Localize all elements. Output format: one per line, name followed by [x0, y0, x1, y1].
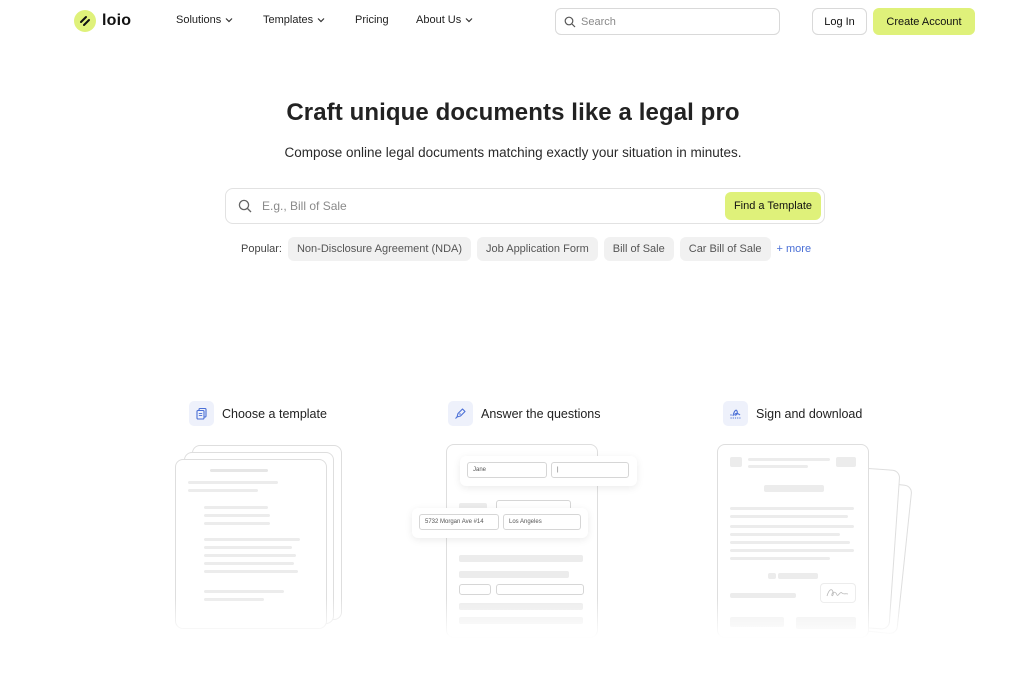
pen-icon — [448, 401, 473, 426]
chevron-down-icon — [465, 17, 473, 22]
signature-icon: x — [723, 401, 748, 426]
field-empty-cursor: | — [551, 462, 629, 478]
nav-pricing[interactable]: Pricing — [355, 14, 389, 26]
nav-templates[interactable]: Templates — [263, 14, 325, 26]
chevron-down-icon — [317, 17, 325, 22]
more-link[interactable]: + more — [777, 243, 812, 255]
step-answer-questions: Answer the questions — [448, 401, 601, 426]
site-header: loio Solutions Templates Pricing About U… — [0, 0, 1026, 44]
floating-card-name: Jane | — [460, 456, 637, 486]
nav-templates-label: Templates — [263, 14, 314, 26]
illustration-sign-download — [700, 438, 930, 638]
popular-chip-job-application[interactable]: Job Application Form — [477, 237, 598, 261]
step-label: Answer the questions — [481, 406, 601, 421]
field-name: Jane — [467, 462, 547, 478]
nav-solutions[interactable]: Solutions — [176, 14, 233, 26]
svg-text:x: x — [730, 412, 732, 417]
popular-chip-car-bill-of-sale[interactable]: Car Bill of Sale — [679, 237, 771, 261]
step-sign-download: x Sign and download — [723, 401, 862, 426]
header-search[interactable] — [555, 8, 780, 35]
popular-chip-bill-of-sale[interactable]: Bill of Sale — [603, 237, 674, 261]
logo-text: loio — [102, 12, 132, 29]
step-choose-template: Choose a template — [189, 401, 327, 426]
hero-title: Craft unique documents like a legal pro — [286, 99, 740, 126]
field-city: Los Angeles — [503, 514, 581, 530]
signature-scribble-icon — [826, 589, 849, 597]
chevron-down-icon — [225, 17, 233, 22]
nav-about[interactable]: About Us — [416, 14, 473, 26]
popular-templates: Popular: Non-Disclosure Agreement (NDA) … — [241, 237, 811, 261]
search-icon — [564, 16, 576, 27]
nav-about-label: About Us — [416, 14, 462, 26]
create-account-button[interactable]: Create Account — [873, 8, 975, 35]
signed-document-sheet — [717, 444, 869, 638]
hero-subtitle: Compose online legal documents matching … — [284, 145, 742, 160]
document-copy-icon — [189, 401, 214, 426]
login-button[interactable]: Log In — [812, 8, 867, 35]
template-search-input[interactable] — [262, 199, 712, 213]
logo[interactable]: loio — [74, 10, 131, 32]
signature-box — [820, 583, 856, 603]
field-address: 5732 Morgan Ave #14 — [419, 514, 499, 530]
template-search[interactable]: Find a Template — [225, 188, 825, 224]
floating-card-address: 5732 Morgan Ave #14 Los Angeles — [412, 508, 588, 538]
document-sheet — [175, 459, 327, 629]
search-icon — [238, 199, 252, 213]
step-label: Choose a template — [222, 406, 327, 421]
nav-pricing-label: Pricing — [355, 14, 389, 26]
find-template-button[interactable]: Find a Template — [725, 192, 821, 220]
logo-icon — [74, 10, 96, 32]
header-search-input[interactable] — [581, 15, 771, 28]
popular-chip-nda[interactable]: Non-Disclosure Agreement (NDA) — [287, 237, 472, 261]
popular-label: Popular: — [241, 243, 282, 255]
illustration-choose-template — [150, 438, 380, 638]
nav-solutions-label: Solutions — [176, 14, 222, 26]
illustration-answer-questions: Jane | 5732 Morgan Ave #14 Los Angeles — [410, 438, 640, 638]
step-label: Sign and download — [756, 406, 863, 421]
